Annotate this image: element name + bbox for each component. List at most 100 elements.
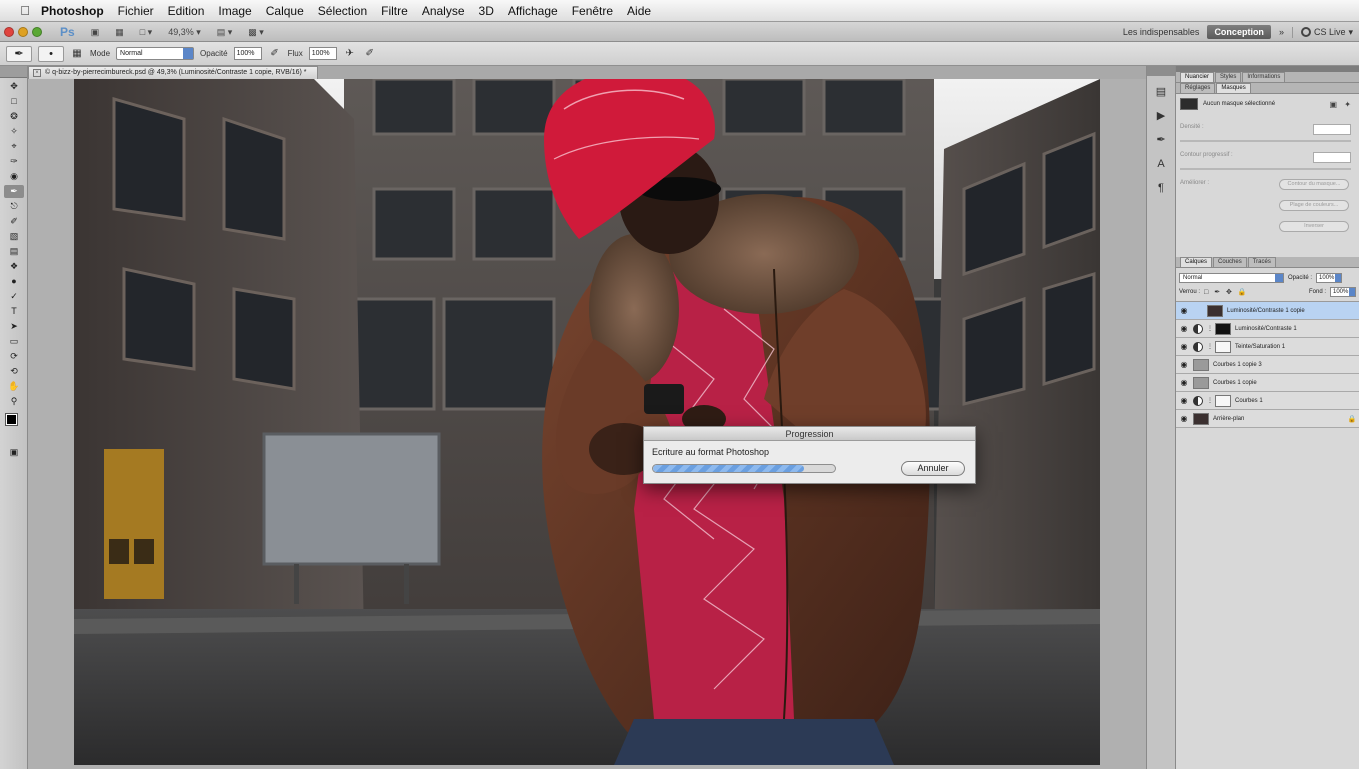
visibility-eye-icon[interactable]: ◉ — [1179, 378, 1189, 387]
dock-grip[interactable] — [1147, 66, 1175, 76]
zoom-tool-icon[interactable]: ⚲ — [4, 395, 24, 408]
paragraph-panel-icon[interactable]: ¶ — [1152, 180, 1170, 196]
tab-paths[interactable]: Tracés — [1247, 257, 1276, 267]
zoom-level-select[interactable]: 49,3% ▾ — [160, 25, 209, 39]
menu-filtre[interactable]: Filtre — [374, 4, 415, 18]
actions-panel-icon[interactable]: ▶ — [1152, 108, 1170, 124]
layer-row[interactable]: ◉ ⋮ Teinte/Saturation 1 — [1176, 338, 1359, 356]
menu-3d[interactable]: 3D — [472, 4, 501, 18]
tab-adjustments[interactable]: Réglages — [1180, 83, 1216, 93]
visibility-eye-icon[interactable]: ◉ — [1179, 396, 1189, 405]
document-photo[interactable] — [74, 79, 1100, 765]
menu-calque[interactable]: Calque — [259, 4, 311, 18]
move-tool-icon[interactable]: ✥ — [4, 80, 24, 93]
lock-icons[interactable]: □ ✒ ✥ 🔒 — [1204, 288, 1305, 296]
document-tab[interactable]: × © q-bizz-by-pierrecimbureck.psd @ 49,3… — [28, 66, 318, 79]
arrange-documents-icon[interactable]: ▤ ▾ — [209, 25, 241, 39]
cancel-button[interactable]: Annuler — [901, 461, 965, 476]
quick-mask-icon[interactable]: ▣ — [4, 446, 24, 459]
tab-info[interactable]: Informations — [1242, 72, 1286, 82]
stamp-tool-icon[interactable]: ⎋ — [4, 200, 24, 213]
airbrush-icon[interactable]: ✈ — [343, 47, 357, 61]
workspace-design[interactable]: Conception — [1207, 25, 1271, 39]
quick-selection-tool-icon[interactable]: ✧ — [4, 125, 24, 138]
menu-selection[interactable]: Sélection — [311, 4, 374, 18]
menu-image[interactable]: Image — [211, 4, 258, 18]
type-tool-icon[interactable]: T — [4, 305, 24, 318]
eyedropper-tool-icon[interactable]: ✑ — [4, 155, 24, 168]
link-icon[interactable]: ⋮ — [1207, 343, 1213, 350]
brush-panel-icon[interactable]: ▦ — [70, 47, 84, 61]
tab-layers[interactable]: Calques — [1180, 257, 1213, 267]
pixel-mask-icon[interactable]: ▣ — [1329, 100, 1337, 109]
color-swatches[interactable] — [0, 413, 27, 444]
layer-row[interactable]: ◉ Arrière-plan 🔒 — [1176, 410, 1359, 428]
brush-tool-icon[interactable]: ✒ — [4, 185, 24, 198]
link-icon[interactable]: ⋮ — [1207, 325, 1213, 332]
canvas-area[interactable] — [28, 79, 1146, 769]
3d-orbit-tool-icon[interactable]: ⟲ — [4, 365, 24, 378]
visibility-eye-icon[interactable]: ◉ — [1179, 360, 1189, 369]
density-slider[interactable] — [1180, 140, 1351, 142]
tab-swatches[interactable]: Nuancier — [1180, 72, 1215, 82]
hand-tool-icon[interactable]: ✋ — [4, 380, 24, 393]
visibility-eye-icon[interactable]: ◉ — [1179, 342, 1189, 351]
menu-app-photoshop[interactable]: Photoshop — [34, 4, 111, 18]
layer-row[interactable]: ◉ Courbes 1 copie — [1176, 374, 1359, 392]
feather-slider[interactable] — [1180, 168, 1351, 170]
visibility-eye-icon[interactable]: ◉ — [1179, 324, 1189, 333]
density-input[interactable] — [1313, 124, 1351, 135]
tab-styles[interactable]: Styles — [1215, 72, 1242, 82]
visibility-eye-icon[interactable]: ◉ — [1179, 414, 1189, 423]
history-panel-icon[interactable]: ▤ — [1152, 84, 1170, 100]
mode-select[interactable]: Normal — [116, 47, 195, 60]
tab-masks[interactable]: Masques — [1216, 83, 1251, 93]
healing-tool-icon[interactable]: ◉ — [4, 170, 24, 183]
opacity-input[interactable]: 100% — [233, 47, 262, 60]
toolbox-grip[interactable] — [0, 66, 27, 78]
brush-size-picker[interactable]: • — [38, 45, 64, 62]
screen-mode-icon[interactable]: ▩ ▾ — [240, 25, 272, 39]
menu-edition[interactable]: Edition — [161, 4, 212, 18]
menu-affichage[interactable]: Affichage — [501, 4, 565, 18]
brush-presets-icon[interactable]: ✒ — [1152, 132, 1170, 148]
character-panel-icon[interactable]: A — [1152, 156, 1170, 172]
layer-row[interactable]: ◉ Luminosité/Contraste 1 copie — [1176, 302, 1359, 320]
vector-mask-icon[interactable]: ✦ — [1344, 100, 1351, 109]
workspace-essentials[interactable]: Les indispensables — [1123, 27, 1200, 37]
marquee-tool-icon[interactable]: □ — [4, 95, 24, 108]
path-selection-tool-icon[interactable]: ➤ — [4, 320, 24, 333]
bridge-icon[interactable]: ▣ — [83, 25, 108, 39]
flow-input[interactable]: 100% — [308, 47, 337, 60]
blend-mode-select[interactable]: Normal — [1179, 273, 1284, 283]
invert-button[interactable]: Inverser — [1279, 221, 1349, 232]
layer-row[interactable]: ◉ ⋮ Luminosité/Contraste 1 — [1176, 320, 1359, 338]
color-range-button[interactable]: Plage de couleurs... — [1279, 200, 1349, 211]
zoom-window-icon[interactable] — [32, 26, 42, 37]
eraser-tool-icon[interactable]: ▧ — [4, 230, 24, 243]
pen-tool-icon[interactable]: ✓ — [4, 290, 24, 303]
mini-bridge-icon[interactable]: ▦ — [107, 25, 132, 39]
foreground-color-swatch[interactable] — [5, 413, 18, 426]
fill-input[interactable]: 100% — [1330, 287, 1356, 297]
mask-edge-button[interactable]: Contour du masque... — [1279, 179, 1349, 190]
blur-tool-icon[interactable]: ❖ — [4, 260, 24, 273]
brush-tool-preset-icon[interactable]: ✒ — [6, 45, 32, 62]
apple-icon[interactable]:  — [16, 3, 34, 18]
crop-tool-icon[interactable]: ⌖ — [4, 140, 24, 153]
pressure-opacity-icon[interactable]: ✐ — [268, 47, 282, 61]
close-window-icon[interactable] — [4, 26, 14, 37]
menu-aide[interactable]: Aide — [620, 4, 658, 18]
close-tab-icon[interactable]: × — [33, 69, 41, 77]
minimize-window-icon[interactable] — [18, 26, 28, 37]
workspace-more-button[interactable]: » — [1279, 27, 1284, 37]
gradient-tool-icon[interactable]: ▤ — [4, 245, 24, 258]
menu-analyse[interactable]: Analyse — [415, 4, 472, 18]
dodge-tool-icon[interactable]: ● — [4, 275, 24, 288]
link-icon[interactable]: ⋮ — [1207, 397, 1213, 404]
view-extras-icon[interactable]: □ ▾ — [132, 25, 160, 39]
layer-row[interactable]: ◉ ⋮ Courbes 1 — [1176, 392, 1359, 410]
pressure-size-icon[interactable]: ✐ — [363, 47, 377, 61]
layer-row[interactable]: ◉ Courbes 1 copie 3 — [1176, 356, 1359, 374]
menu-fichier[interactable]: Fichier — [111, 4, 161, 18]
